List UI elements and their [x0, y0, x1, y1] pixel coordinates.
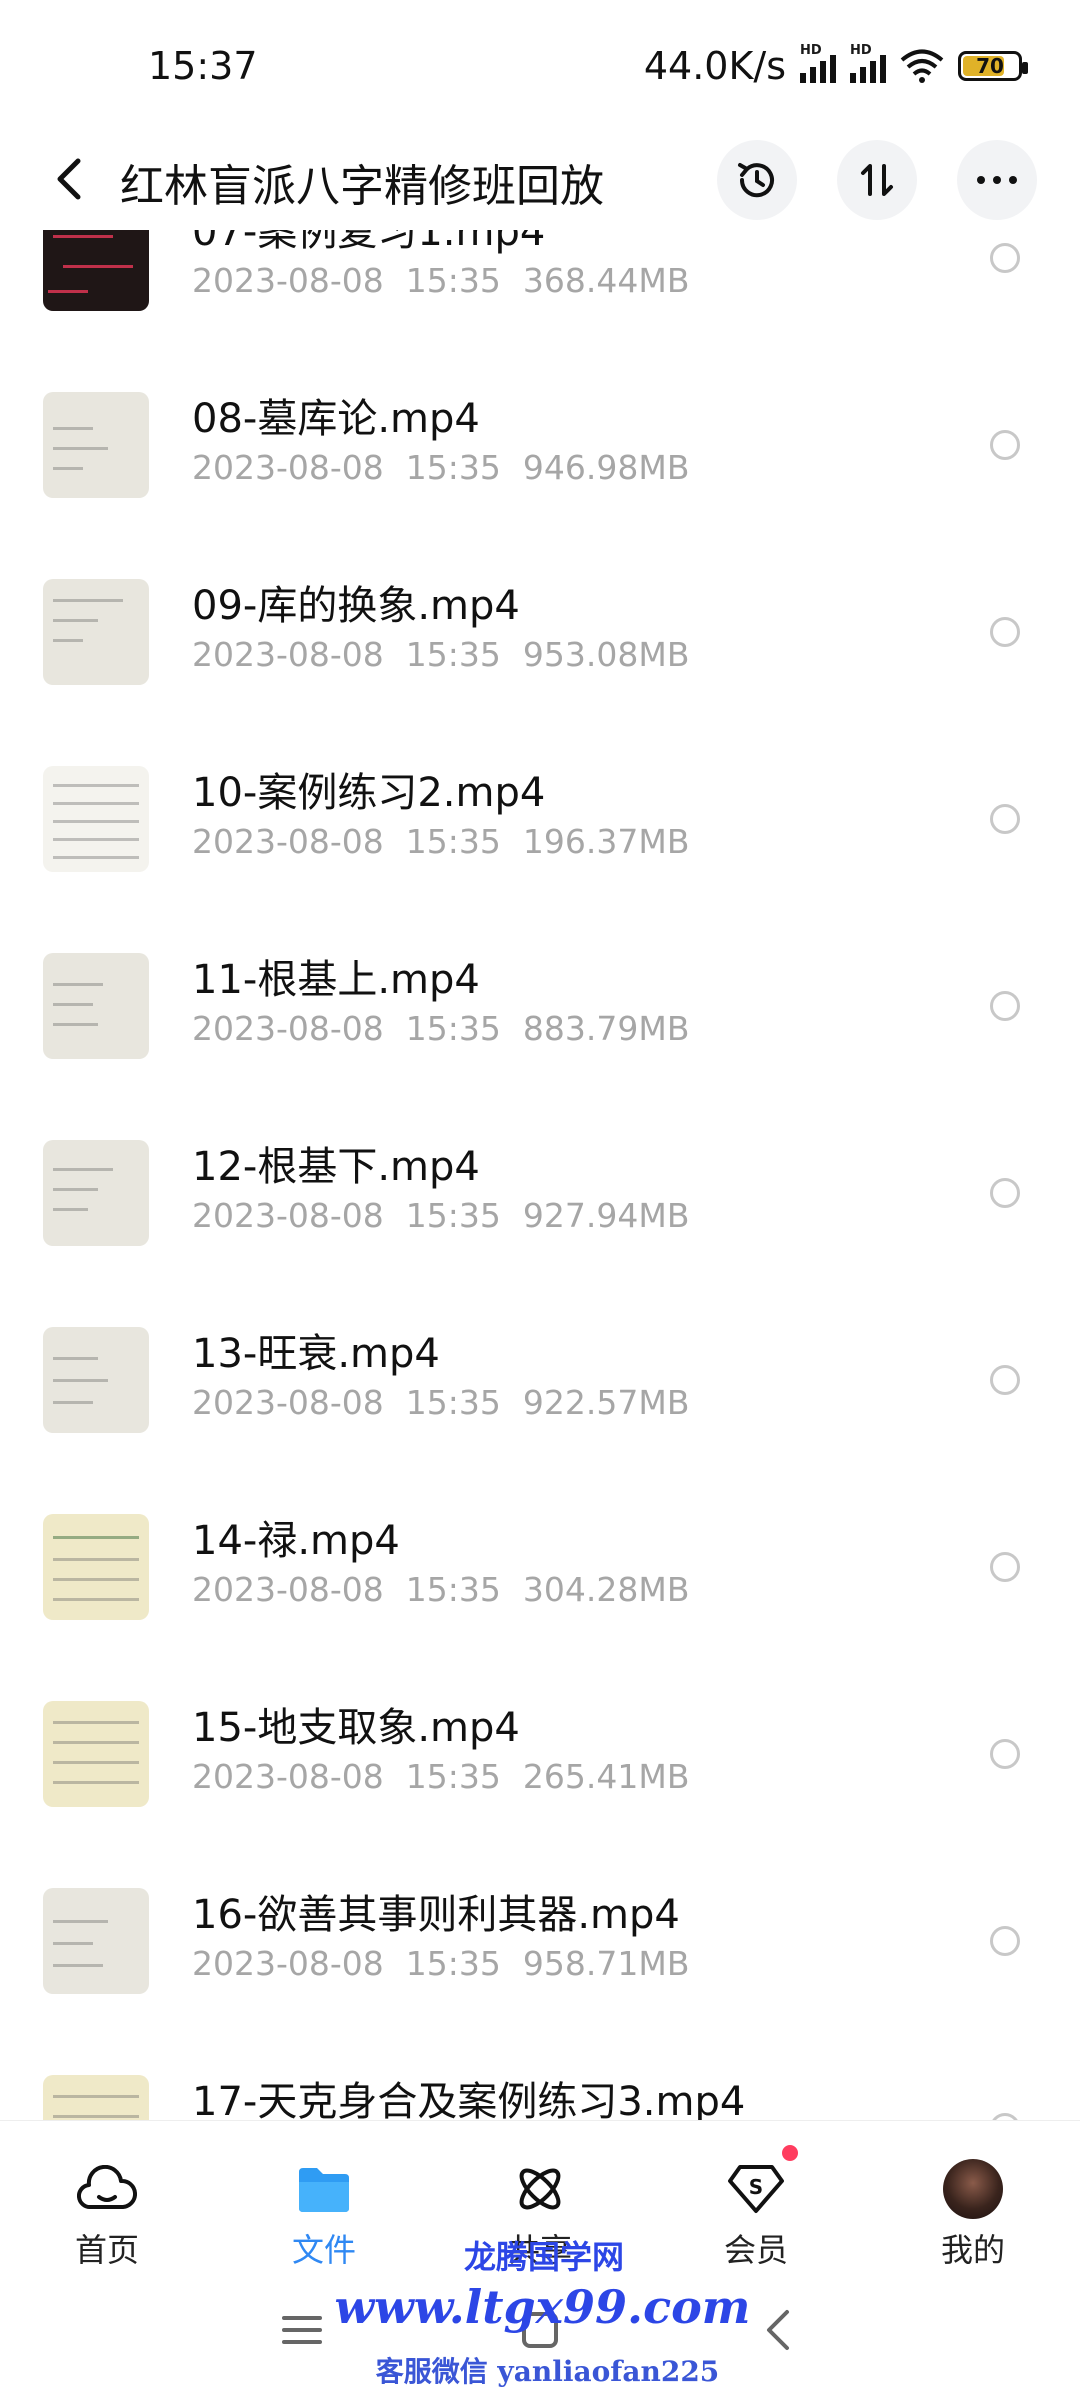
watermark-contact: 客服微信 yanliaofan225 — [375, 2355, 720, 2388]
file-meta: 2023-08-08 15:35 265.41MB — [192, 1757, 690, 1796]
atom-icon — [510, 2161, 570, 2217]
video-thumbnail — [43, 1327, 149, 1433]
file-row[interactable]: 14-禄.mp4 2023-08-08 15:35 304.28MB — [0, 1466, 1080, 1653]
file-row[interactable]: 13-旺衰.mp4 2023-08-08 15:35 922.57MB — [0, 1279, 1080, 1466]
select-radio[interactable] — [990, 430, 1020, 460]
video-thumbnail — [43, 1514, 149, 1620]
file-meta: 2023-08-08 15:35 368.44MB — [192, 261, 690, 300]
chevron-left-icon — [57, 158, 81, 200]
status-time: 15:37 — [148, 44, 258, 88]
select-radio[interactable] — [990, 617, 1020, 647]
select-radio[interactable] — [990, 1739, 1020, 1769]
back-button[interactable] — [42, 152, 96, 206]
sort-icon — [861, 164, 893, 196]
watermark-title: 龙腾国学网 — [463, 2238, 624, 2276]
avatar — [943, 2159, 1003, 2219]
file-row[interactable]: 09-库的换象.mp4 2023-08-08 15:35 953.08MB — [0, 531, 1080, 718]
file-row[interactable]: 07-案例复习1.mp4 2023-08-08 15:35 368.44MB — [0, 230, 1080, 344]
video-thumbnail — [43, 953, 149, 1059]
select-radio[interactable] — [990, 991, 1020, 1021]
status-icons: 44.0K/s HD HD 70 — [643, 43, 1028, 88]
status-bar: 15:37 44.0K/s HD HD 70 — [0, 0, 1080, 130]
history-icon — [738, 163, 774, 198]
file-name: 14-禄.mp4 — [192, 1518, 400, 1564]
video-thumbnail — [43, 1140, 149, 1246]
history-button[interactable] — [717, 140, 797, 220]
file-name: 13-旺衰.mp4 — [192, 1331, 440, 1377]
video-thumbnail — [43, 766, 149, 872]
file-name: 07-案例复习1.mp4 — [192, 230, 546, 255]
more-icon — [977, 176, 1017, 184]
file-row[interactable]: 08-墓库论.mp4 2023-08-08 15:35 946.98MB — [0, 344, 1080, 531]
file-meta: 2023-08-08 15:35 953.08MB — [192, 635, 690, 674]
file-name: 16-欲善其事则利其器.mp4 — [192, 1892, 680, 1938]
file-name: 12-根基下.mp4 — [192, 1144, 480, 1190]
select-radio[interactable] — [990, 1552, 1020, 1582]
file-row[interactable]: 16-欲善其事则利其器.mp4 2023-08-08 15:35 958.71MB — [0, 1840, 1080, 2027]
select-radio[interactable] — [990, 1926, 1020, 1956]
network-speed: 44.0K/s — [643, 44, 786, 88]
file-row[interactable]: 15-地支取象.mp4 2023-08-08 15:35 265.41MB — [0, 1653, 1080, 1840]
battery-level: 70 — [976, 54, 1004, 78]
file-row[interactable]: 10-案例练习2.mp4 2023-08-08 15:35 196.37MB — [0, 718, 1080, 905]
select-radio[interactable] — [990, 2113, 1020, 2120]
video-thumbnail — [43, 230, 149, 311]
select-radio[interactable] — [990, 1178, 1020, 1208]
signal-icon: HD — [800, 43, 836, 83]
video-thumbnail — [43, 392, 149, 498]
sort-button[interactable] — [837, 140, 917, 220]
select-radio[interactable] — [990, 804, 1020, 834]
file-meta: 2023-08-08 15:35 922.57MB — [192, 1383, 690, 1422]
file-meta: 2023-08-08 15:35 304.28MB — [192, 1570, 690, 1609]
select-radio[interactable] — [990, 243, 1020, 273]
file-name: 17-天克身合及案例练习3.mp4 — [192, 2079, 746, 2120]
notification-dot — [782, 2145, 798, 2161]
file-row[interactable]: 12-根基下.mp4 2023-08-08 15:35 927.94MB — [0, 1092, 1080, 1279]
video-thumbnail — [43, 2075, 149, 2120]
file-name: 15-地支取象.mp4 — [192, 1705, 520, 1751]
file-name: 08-墓库论.mp4 — [192, 396, 480, 442]
video-thumbnail — [43, 579, 149, 685]
file-meta: 2023-08-08 15:35 927.94MB — [192, 1196, 690, 1235]
battery-icon: 70 — [958, 51, 1028, 81]
signal-icon-2: HD — [850, 43, 886, 83]
select-radio[interactable] — [990, 1365, 1020, 1395]
wifi-icon — [900, 49, 944, 83]
file-name: 11-根基上.mp4 — [192, 957, 480, 1003]
file-name: 09-库的换象.mp4 — [192, 583, 520, 629]
svg-text:S: S — [749, 2175, 763, 2199]
file-meta: 2023-08-08 15:35 883.79MB — [192, 1009, 690, 1048]
video-thumbnail — [43, 1888, 149, 1994]
file-meta: 2023-08-08 15:35 196.37MB — [192, 822, 690, 861]
header: 红林盲派八字精修班回放 — [0, 130, 1080, 230]
file-row[interactable]: 11-根基上.mp4 2023-08-08 15:35 883.79MB — [0, 905, 1080, 1092]
more-button[interactable] — [957, 140, 1037, 220]
file-meta: 2023-08-08 15:35 946.98MB — [192, 448, 690, 487]
file-name: 10-案例练习2.mp4 — [192, 770, 546, 816]
file-list: 07-案例复习1.mp4 2023-08-08 15:35 368.44MB 08-… — [0, 230, 1080, 2120]
folder-icon — [294, 2161, 354, 2217]
file-row[interactable]: 17-天克身合及案例练习3.mp4 — [0, 2027, 1080, 2120]
cloud-icon — [77, 2161, 137, 2217]
watermark-url: www.ltgx99.com — [334, 2280, 751, 2334]
page-title: 红林盲派八字精修班回放 — [120, 161, 604, 212]
file-meta: 2023-08-08 15:35 958.71MB — [192, 1944, 690, 1983]
vip-diamond-icon: S — [726, 2145, 798, 2217]
video-thumbnail — [43, 1701, 149, 1807]
